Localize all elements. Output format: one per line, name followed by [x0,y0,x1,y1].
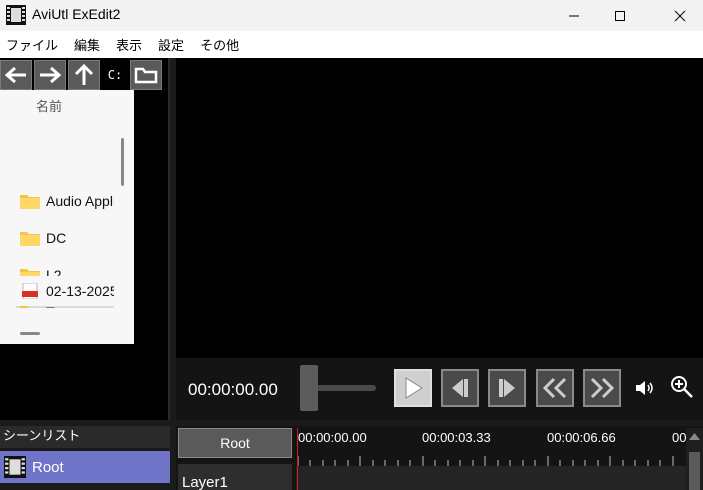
step-forward-icon [499,379,515,397]
current-timecode: 00:00:00.00 [188,380,278,399]
close-button[interactable] [657,0,703,31]
menu-file[interactable]: ファイル [6,35,58,54]
root-scene-button[interactable]: Root [178,428,292,458]
folder-icon [20,232,40,246]
timeline: Root 00:00:00.00 00:00:03.33 00:00:06.66… [176,426,703,490]
explorer-toolbar: C: [0,60,162,90]
file-list-vscroll[interactable] [121,138,124,186]
scene-item-root[interactable]: Root [0,451,170,483]
file-name: DC [46,230,67,246]
arrow-right-icon [40,66,61,84]
file-name: 02-13-2025 [46,283,114,299]
open-folder-button[interactable] [130,60,162,90]
file-list-hscroll[interactable] [20,332,40,335]
playback-controls: 00:00:00.00 [176,358,703,420]
column-header-name[interactable]: 名前 [36,96,62,115]
video-preview [176,58,703,358]
menu-bar: ファイル 編集 表示 設定 その他 [0,31,703,58]
menu-settings[interactable]: 設定 [158,35,184,54]
zoom-button[interactable] [670,375,694,399]
menu-edit[interactable]: 編集 [74,35,100,54]
prev-frame-button[interactable] [441,369,479,407]
minimize-icon [569,15,579,16]
fast-forward-icon [590,377,615,399]
layer-label[interactable]: Layer1 [178,464,292,490]
arrow-left-icon [5,66,26,84]
window-title: AviUtl ExEdit2 [32,6,121,22]
play-icon [405,377,423,399]
menu-view[interactable]: 表示 [116,35,142,54]
explorer-panel: C: 名前 Audio Applications DC L2 Test 02-1… [0,58,170,420]
scene-name: Root [32,458,64,476]
close-icon [674,10,686,21]
title-bar: AviUtl ExEdit2 [0,0,703,31]
film-strip-icon [4,456,26,478]
maximize-icon [615,10,625,21]
time-ruler[interactable]: 00:00:00.00 00:00:03.33 00:00:06.66 00 [296,426,686,466]
timeline-vscroll[interactable] [686,428,703,490]
file-list-overflow [0,308,134,344]
list-item[interactable]: DC [16,223,114,253]
folder-icon [134,67,158,84]
speaker-icon [636,381,653,395]
playhead[interactable] [297,428,298,490]
film-strip-icon [6,5,26,25]
folder-icon [20,195,40,209]
arrow-up-icon [74,64,94,85]
up-button[interactable] [68,60,100,90]
menu-other[interactable]: その他 [200,35,239,54]
layer-track[interactable] [296,466,686,490]
rewind-icon [542,377,567,399]
step-back-icon [452,379,468,397]
forward-button[interactable] [34,60,66,90]
list-item[interactable]: 02-13-2025 [16,276,114,306]
ruler-ticks [297,456,674,466]
zoom-in-icon [671,376,693,398]
scroll-up-icon [689,433,700,440]
volume-button[interactable] [634,378,656,398]
rewind-button[interactable] [536,369,574,407]
drive-label[interactable]: C: [102,60,128,90]
minimize-button[interactable] [551,0,597,31]
timeline-scroll-thumb[interactable] [689,452,700,490]
list-item[interactable]: Audio Applications [16,186,114,216]
seek-thumb[interactable] [300,365,318,411]
seek-track[interactable] [316,385,376,391]
pdf-file-icon [22,283,38,299]
scene-list-header: シーンリスト [0,426,170,448]
back-button[interactable] [0,60,32,90]
play-button[interactable] [394,369,432,407]
maximize-button[interactable] [597,0,643,31]
fast-forward-button[interactable] [583,369,621,407]
file-name: Audio Applications [46,193,114,209]
next-frame-button[interactable] [488,369,526,407]
